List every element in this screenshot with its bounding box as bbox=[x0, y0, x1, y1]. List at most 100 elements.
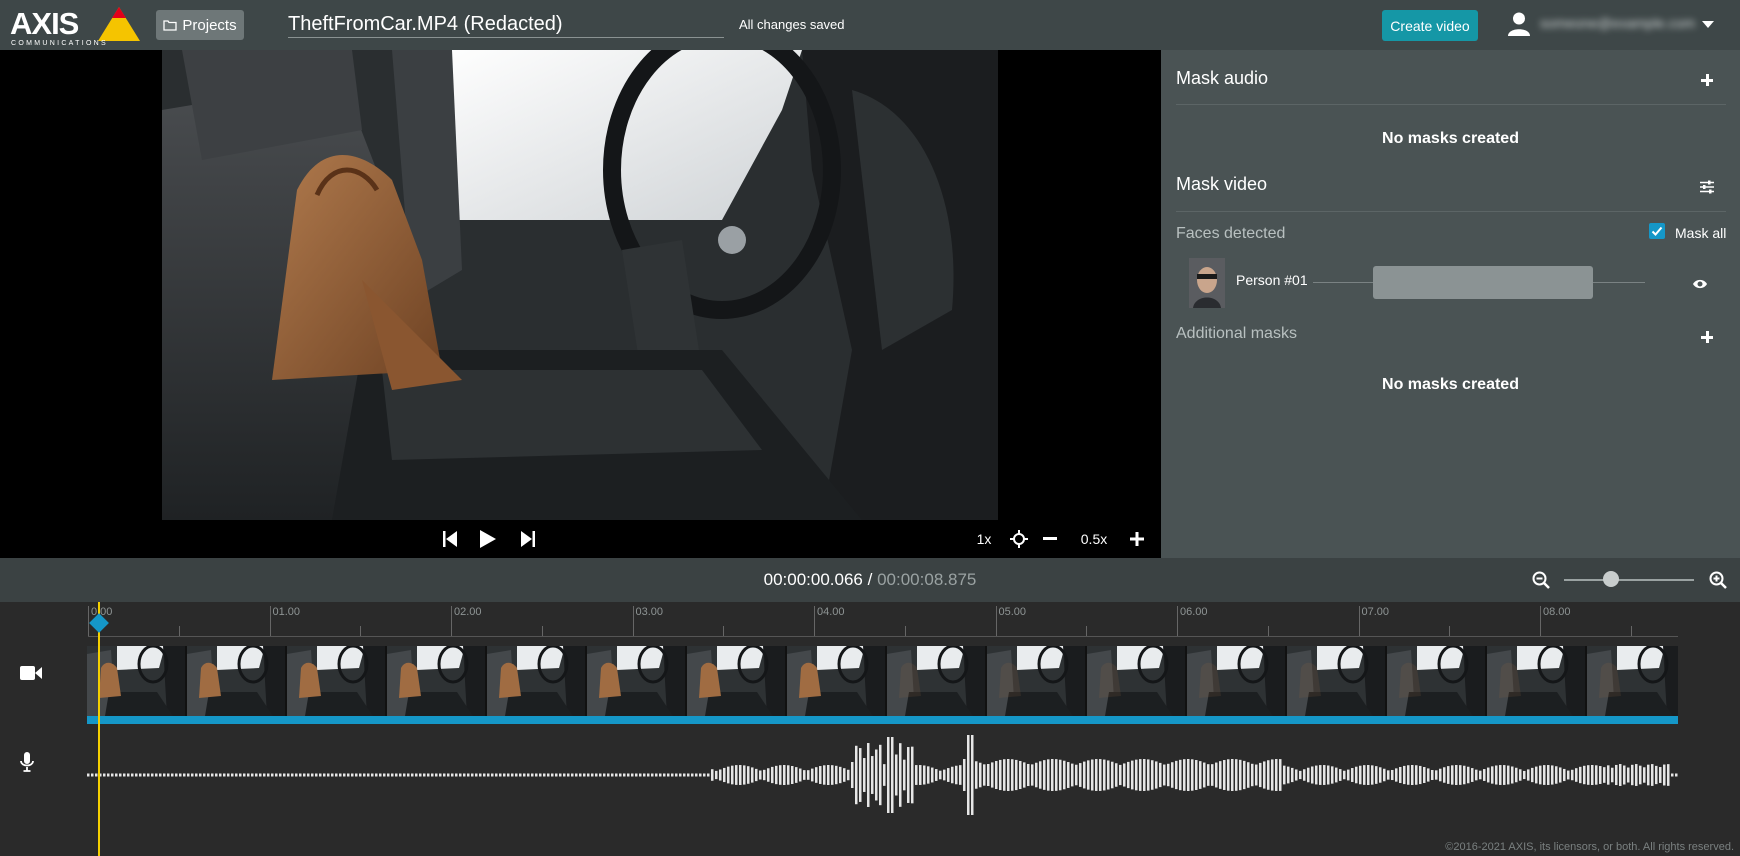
waveform-bar bbox=[1611, 767, 1614, 783]
waveform-bar bbox=[1543, 765, 1546, 785]
person-label: Person #01 bbox=[1236, 272, 1308, 288]
zoom-out-icon[interactable] bbox=[1532, 571, 1550, 589]
microphone-icon bbox=[20, 752, 34, 772]
waveform-bar bbox=[1447, 766, 1450, 784]
waveform-bar bbox=[603, 773, 606, 777]
waveform-bar bbox=[1675, 773, 1678, 777]
person-thumbnail[interactable] bbox=[1189, 258, 1225, 308]
waveform-bar bbox=[907, 747, 910, 803]
add-audio-mask-icon[interactable] bbox=[1699, 72, 1715, 88]
waveform-bar bbox=[375, 773, 378, 777]
waveform-bar bbox=[139, 773, 142, 777]
ruler-tick bbox=[451, 606, 452, 636]
waveform-bar bbox=[1615, 764, 1618, 786]
waveform-bar bbox=[147, 773, 150, 777]
waveform-bar bbox=[443, 773, 446, 777]
ruler-tick bbox=[1540, 606, 1541, 636]
video-thumbnail bbox=[487, 646, 585, 716]
video-thumbnail bbox=[387, 646, 485, 716]
waveform-bar bbox=[1507, 765, 1510, 785]
skip-back-button[interactable] bbox=[438, 520, 462, 558]
waveform-bar bbox=[555, 773, 558, 777]
waveform-bar bbox=[1123, 763, 1126, 787]
waveform-bar bbox=[1311, 766, 1314, 784]
waveform-bar bbox=[1607, 765, 1610, 785]
skip-forward-button[interactable] bbox=[516, 520, 540, 558]
waveform-bar bbox=[1399, 766, 1402, 784]
waveform-bar bbox=[403, 773, 406, 777]
ruler-label: 08.00 bbox=[1543, 606, 1571, 618]
waveform-bar bbox=[211, 773, 214, 777]
waveform-bar bbox=[899, 743, 902, 807]
waveform-bar bbox=[1155, 761, 1158, 789]
waveform-bar bbox=[151, 773, 154, 777]
waveform-bar bbox=[195, 773, 198, 777]
waveform-bar bbox=[399, 773, 402, 777]
ruler-minor-tick bbox=[904, 626, 906, 636]
fit-view-button[interactable] bbox=[1008, 520, 1030, 558]
projects-button[interactable]: Projects bbox=[156, 10, 244, 40]
axis-logo[interactable]: AXIS COMMUNICATIONS bbox=[10, 4, 140, 48]
zoom-in-icon[interactable] bbox=[1709, 571, 1727, 589]
audio-waveform[interactable] bbox=[87, 730, 1678, 820]
waveform-bar bbox=[683, 773, 686, 777]
waveform-bar bbox=[863, 758, 866, 792]
waveform-bar bbox=[531, 773, 534, 777]
waveform-bar bbox=[1067, 762, 1070, 788]
waveform-bar bbox=[1371, 765, 1374, 785]
ruler-tick bbox=[995, 606, 997, 636]
timeline-zoom-handle[interactable] bbox=[1603, 571, 1619, 587]
user-icon[interactable] bbox=[1508, 12, 1530, 36]
playback-speed[interactable]: 1x bbox=[974, 520, 994, 558]
video-title-field[interactable]: TheftFromCar.MP4 (Redacted) bbox=[288, 10, 724, 38]
waveform-bar bbox=[135, 773, 138, 777]
waveform-bar bbox=[1451, 765, 1454, 785]
waveform-bar bbox=[343, 773, 346, 777]
waveform-bar bbox=[735, 765, 738, 785]
waveform-bar bbox=[1059, 759, 1062, 791]
waveform-bar bbox=[1227, 759, 1230, 791]
playhead[interactable] bbox=[98, 602, 100, 856]
video-thumbnail bbox=[287, 646, 385, 716]
waveform-bar bbox=[183, 773, 186, 777]
waveform-bar bbox=[187, 773, 190, 777]
user-email[interactable]: someone@example.com bbox=[1540, 15, 1700, 33]
video-frame[interactable] bbox=[162, 50, 998, 520]
waveform-bar bbox=[299, 773, 302, 777]
sliders-icon[interactable] bbox=[1700, 180, 1714, 194]
add-mask-icon[interactable] bbox=[1699, 329, 1715, 345]
waveform-bar bbox=[1071, 763, 1074, 787]
play-button[interactable] bbox=[476, 520, 500, 558]
waveform-bar bbox=[575, 773, 578, 777]
ruler-minor-tick bbox=[360, 626, 362, 636]
timeline[interactable]: 0.00 01.00 02.00 03.00 04.00 05.00 06.00 07.00 0… bbox=[0, 602, 1740, 856]
video-track[interactable] bbox=[87, 646, 1678, 724]
waveform-bar bbox=[1355, 766, 1358, 784]
waveform-bar bbox=[1047, 759, 1050, 791]
waveform-bar bbox=[163, 773, 166, 777]
zoom-in-video-button[interactable] bbox=[1128, 520, 1146, 558]
zoom-out-video-button[interactable] bbox=[1042, 520, 1058, 558]
waveform-bar bbox=[275, 773, 278, 777]
eye-icon[interactable] bbox=[1692, 278, 1708, 290]
waveform-bar bbox=[1515, 767, 1518, 783]
waveform-bar bbox=[1079, 763, 1082, 787]
waveform-bar bbox=[1319, 765, 1322, 785]
chevron-down-icon[interactable] bbox=[1702, 21, 1714, 28]
ruler-minor-tick bbox=[1086, 626, 1088, 636]
timeline-zoom-slider[interactable] bbox=[1564, 579, 1694, 581]
waveform-bar bbox=[1247, 762, 1250, 788]
waveform-bar bbox=[367, 773, 370, 777]
waveform-bar bbox=[743, 765, 746, 785]
mask-all-checkbox[interactable] bbox=[1649, 223, 1665, 239]
person-mask-range[interactable] bbox=[1373, 266, 1593, 299]
waveform-bar bbox=[1183, 759, 1186, 791]
create-video-button[interactable]: Create video bbox=[1382, 10, 1478, 41]
waveform-bar bbox=[283, 773, 286, 777]
waveform-bar bbox=[1595, 765, 1598, 785]
waveform-bar bbox=[1431, 769, 1434, 781]
waveform-bar bbox=[315, 773, 318, 777]
waveform-bar bbox=[467, 773, 470, 777]
mask-video-title: Mask video bbox=[1176, 174, 1268, 194]
video-track-bar[interactable] bbox=[87, 716, 1678, 724]
